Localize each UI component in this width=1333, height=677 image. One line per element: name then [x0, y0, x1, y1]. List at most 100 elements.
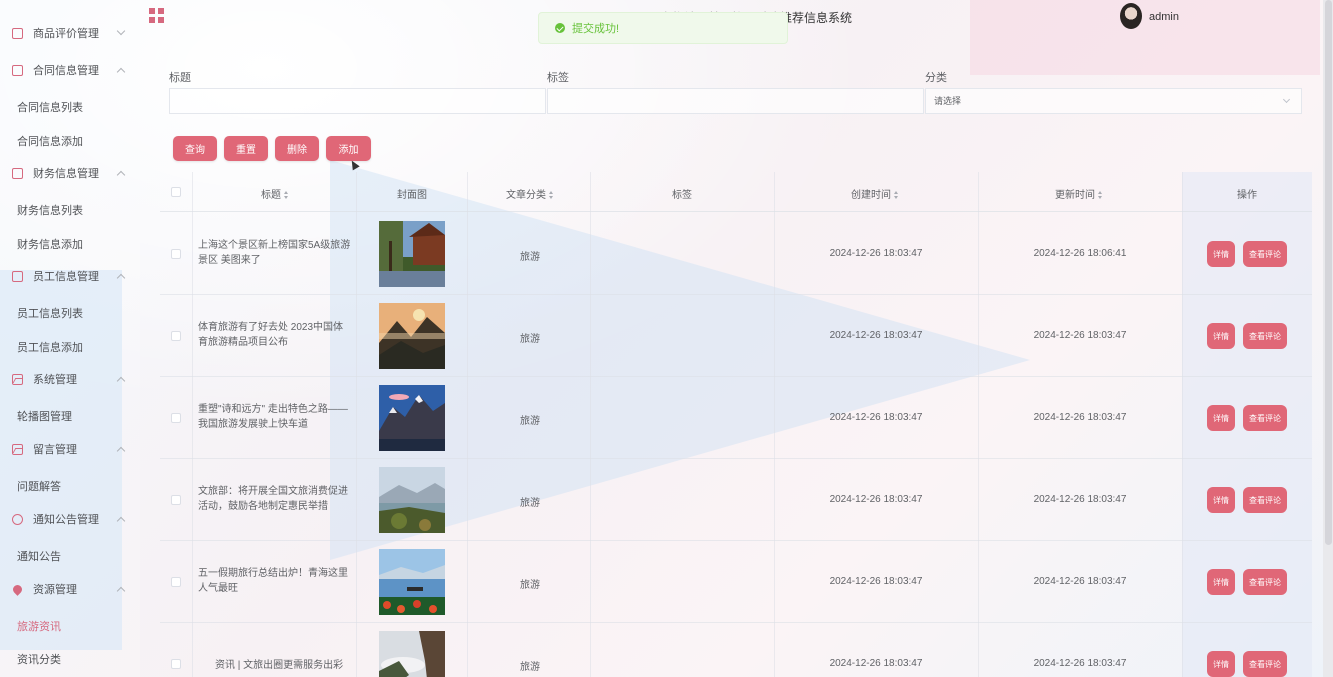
category-label: 分类 — [925, 72, 947, 84]
background-decoration — [970, 0, 1320, 75]
row-checkbox[interactable] — [171, 413, 181, 423]
detail-button[interactable]: 详情 — [1207, 241, 1235, 267]
avatar[interactable] — [1120, 3, 1142, 29]
row-checkbox[interactable] — [171, 249, 181, 259]
scrollbar-thumb[interactable] — [1325, 0, 1332, 545]
column-updated[interactable]: 更新时间 — [1014, 186, 1144, 201]
tag-input[interactable] — [547, 88, 924, 114]
menu-contract[interactable]: 合同信息管理 — [0, 55, 140, 85]
menu-toggle-icon[interactable] — [149, 8, 164, 23]
row-created: 2024-12-26 18:03:47 — [829, 412, 923, 423]
page-scrollbar[interactable] — [1323, 0, 1333, 677]
column-actions: 操作 — [1237, 190, 1257, 201]
detail-button[interactable]: 详情 — [1207, 569, 1235, 595]
menu-finance[interactable]: 财务信息管理 — [0, 158, 140, 188]
row-checkbox[interactable] — [171, 331, 181, 341]
picture-icon — [12, 443, 23, 455]
reset-button[interactable]: 重置 — [224, 136, 268, 161]
sidebar-item-staff-list[interactable]: 员工信息列表 — [17, 305, 83, 321]
row-created: 2024-12-26 18:03:47 — [829, 248, 923, 259]
row-title: 文旅部：将开展全国文旅消费促进活动，鼓励各地制定惠民举措 — [198, 486, 348, 512]
category-select[interactable]: 请选择 — [925, 88, 1302, 114]
row-title: 五一假期旅行总结出炉！青海这里人气最旺 — [198, 568, 348, 594]
detail-button[interactable]: 详情 — [1207, 487, 1235, 513]
view-comments-button[interactable]: 查看评论 — [1243, 323, 1287, 349]
chevron-up-icon — [116, 446, 126, 456]
row-title: 资讯 | 文旅出圈更需服务出彩 — [215, 660, 344, 671]
menu-product-review[interactable]: 商品评价管理 — [0, 18, 140, 48]
menu-system[interactable]: 系统管理 — [0, 364, 140, 394]
sidebar-item-carousel[interactable]: 轮播图管理 — [17, 408, 72, 424]
doc-icon — [12, 167, 23, 179]
cover-image — [379, 631, 445, 677]
sidebar-item-travel-news[interactable]: 旅游资讯 — [17, 618, 61, 634]
delete-button[interactable]: 删除 — [275, 136, 319, 161]
table-row: 资讯 | 文旅出圈更需服务出彩 旅游 2024-12-26 18:03:47 2… — [160, 623, 1312, 677]
chevron-up-icon — [116, 376, 126, 386]
menu-notice[interactable]: 通知公告管理 — [0, 504, 140, 534]
row-checkbox[interactable] — [171, 577, 181, 587]
title-label: 标题 — [169, 72, 191, 84]
row-category: 旅游 — [520, 662, 540, 673]
menu-staff[interactable]: 员工信息管理 — [0, 261, 140, 291]
doc-icon — [12, 64, 23, 76]
chevron-up-icon — [116, 273, 126, 283]
row-updated: 2024-12-26 18:03:47 — [1033, 412, 1127, 423]
column-created[interactable]: 创建时间 — [810, 186, 940, 201]
row-created: 2024-12-26 18:03:47 — [829, 576, 923, 587]
column-title[interactable]: 标题 — [220, 186, 330, 201]
sidebar-item-qa[interactable]: 问题解答 — [17, 478, 61, 494]
query-button[interactable]: 查询 — [173, 136, 217, 161]
title-input[interactable] — [169, 88, 546, 114]
row-updated: 2024-12-26 18:03:47 — [1033, 576, 1127, 587]
cover-image — [379, 385, 445, 451]
row-updated: 2024-12-26 18:03:47 — [1033, 494, 1127, 505]
cover-image — [379, 467, 445, 533]
row-category: 旅游 — [520, 580, 540, 591]
select-all-checkbox[interactable] — [171, 187, 181, 197]
detail-button[interactable]: 详情 — [1207, 405, 1235, 431]
cover-image — [379, 549, 445, 615]
sort-icon — [1098, 191, 1103, 199]
check-circle-icon — [555, 23, 565, 33]
menu-message[interactable]: 留言管理 — [0, 434, 140, 464]
row-category: 旅游 — [520, 334, 540, 345]
cover-image — [379, 303, 445, 369]
chevron-down-icon — [1282, 95, 1291, 104]
info-circle-icon — [12, 513, 23, 525]
view-comments-button[interactable]: 查看评论 — [1243, 569, 1287, 595]
detail-button[interactable]: 详情 — [1207, 323, 1235, 349]
view-comments-button[interactable]: 查看评论 — [1243, 651, 1287, 677]
view-comments-button[interactable]: 查看评论 — [1243, 405, 1287, 431]
view-comments-button[interactable]: 查看评论 — [1243, 487, 1287, 513]
chevron-up-icon — [116, 516, 126, 526]
row-category: 旅游 — [520, 498, 540, 509]
row-created: 2024-12-26 18:03:47 — [829, 494, 923, 505]
row-checkbox[interactable] — [171, 495, 181, 505]
row-updated: 2024-12-26 18:03:47 — [1033, 658, 1127, 669]
sort-icon — [284, 191, 289, 199]
row-category: 旅游 — [520, 416, 540, 427]
sidebar-item-staff-add[interactable]: 员工信息添加 — [17, 339, 83, 355]
column-tag: 标签 — [672, 190, 692, 201]
column-category[interactable]: 文章分类 — [480, 186, 580, 201]
sidebar-item-contract-add[interactable]: 合同信息添加 — [17, 133, 83, 149]
menu-resource[interactable]: 资源管理 — [0, 574, 140, 604]
row-created: 2024-12-26 18:03:47 — [829, 330, 923, 341]
location-pin-icon — [11, 582, 24, 596]
row-checkbox[interactable] — [171, 659, 181, 669]
success-toast: 提交成功! — [538, 12, 788, 44]
table-header: 标题 封面图 文章分类 标签 创建时间 更新时间 操作 — [160, 172, 1312, 212]
sidebar-item-news-category[interactable]: 资讯分类 — [17, 651, 61, 667]
chevron-up-icon — [116, 67, 126, 77]
chevron-down-icon — [116, 26, 126, 36]
sidebar-item-notice[interactable]: 通知公告 — [17, 548, 61, 564]
sidebar-item-finance-add[interactable]: 财务信息添加 — [17, 236, 83, 252]
sidebar-item-finance-list[interactable]: 财务信息列表 — [17, 202, 83, 218]
add-button[interactable]: 添加 — [326, 136, 371, 161]
chevron-up-icon — [116, 170, 126, 180]
view-comments-button[interactable]: 查看评论 — [1243, 241, 1287, 267]
detail-button[interactable]: 详情 — [1207, 651, 1235, 677]
user-name[interactable]: admin — [1149, 11, 1179, 23]
sidebar-item-contract-list[interactable]: 合同信息列表 — [17, 99, 83, 115]
